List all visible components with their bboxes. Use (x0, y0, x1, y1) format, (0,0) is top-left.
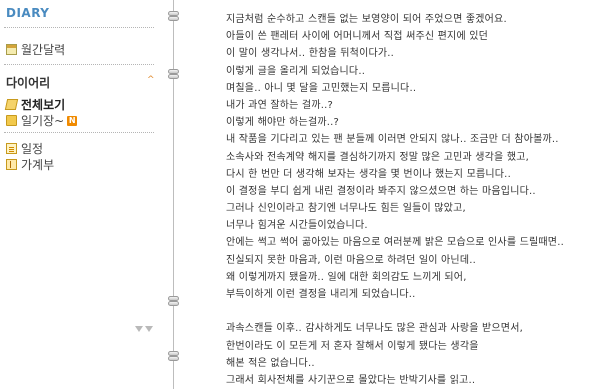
entry-line (226, 303, 588, 320)
entry-line: 다시 한 번만 더 생각해 보자는 생각을 몇 번이나 했는지 모릅니다.. (226, 168, 511, 180)
scroll-down-arrows[interactable] (135, 326, 153, 332)
entry-line: 한번이라도 이 모든게 저 혼자 잘해서 이렇게 됐다는 생각을 (226, 340, 479, 352)
entry-line: 지금처럼 순수하고 스캔들 없는 보영양이 되어 주었으면 좋겠어요. (226, 14, 507, 25)
calendar-icon (6, 44, 17, 55)
entry-line: 이렇게 글을 올리게 되었습니다.. (226, 65, 366, 77)
divider (4, 132, 154, 133)
entry-line: 며칠을.. 아니 몇 달을 고민했는지 모릅니다.. (226, 82, 417, 94)
diary-folder-link[interactable]: 일기장~ N (6, 112, 78, 129)
diary-folder-label: 일기장~ (21, 114, 65, 128)
entry-line: 내가 과연 잘하는 걸까..? (226, 99, 334, 111)
entry-line: 이 결정을 부디 쉽게 내린 결정이라 봐주지 않으셨으면 하는 마음입니다.. (226, 185, 536, 197)
folder-icon (6, 115, 17, 126)
entry-line: 그러나 신인이라고 참기엔 너무나도 힘든 일들이 많았고, (226, 203, 466, 215)
entry-line: 부득이하게 이런 결정을 내리게 되었습니다.. (226, 289, 416, 300)
entry-line: 과속스캔들 이후.. 감사하게도 너무나도 많은 관심과 사랑을 받으면서, (226, 323, 523, 335)
triangle-down-icon (145, 326, 153, 332)
calendar-link[interactable]: 월간달력 (6, 41, 65, 58)
entry-line: 이 말이 생각나서.. 한참을 뒤척이다가.. (226, 48, 395, 60)
ledger-icon (6, 159, 17, 170)
view-all-link[interactable]: 전체보기 (4, 96, 66, 113)
schedule-label: 일정 (21, 142, 44, 156)
ledger-label: 가계부 (21, 158, 55, 172)
entry-line: 너무나 힘겨운 시간들이었습니다. (226, 220, 368, 232)
new-badge-icon: N (67, 115, 78, 126)
binder-spine (160, 0, 190, 389)
schedule-link[interactable]: 일정 (6, 140, 43, 157)
entry-line: 소속사와 전속계약 해지를 결심하기까지 정말 많은 고민과 생각을 했고, (226, 151, 530, 163)
entry-line: 이렇게 해야만 하는걸까..? (226, 117, 340, 129)
binder-ring-icon (168, 16, 179, 21)
entry-line: 안에는 썩고 썩어 곪아있는 마음으로 여러분께 밝은 모습으로 인사를 드릴때… (226, 237, 564, 249)
section-title-diary: 다이어리 (6, 76, 51, 90)
binder-ring-icon (168, 74, 179, 79)
binder-line (173, 0, 174, 389)
binder-ring-icon (168, 301, 179, 306)
divider (4, 64, 154, 65)
diary-entry-body: 지금처럼 순수하고 스캔들 없는 보영양이 되어 주었으면 좋겠어요. 아들이 쓴… (226, 11, 588, 389)
binder-ring-icon (168, 356, 179, 361)
entry-line: 해본 적은 없습니다.. (226, 357, 315, 369)
entry-line: 진실되지 못한 마음과, 이런 마음으로 하려던 일이 아닌데.. (226, 254, 476, 266)
entry-line: 그래서 회사전체를 사기꾼으로 몰았다는 반박기사를 읽고.. (226, 374, 476, 386)
entry-line: 내 작품을 기다리고 있는 팬 분들께 이러면 안되지 않나.. 조금만 더 참… (226, 134, 559, 146)
divider (4, 27, 154, 28)
view-all-label: 전체보기 (21, 98, 66, 112)
entry-line: 왜 이렇게까지 됐을까.. 일에 대한 회의감도 느끼게 되어, (226, 271, 467, 283)
calendar-label: 월간달력 (21, 43, 66, 57)
entry-line: 아들이 쓴 팬레터 사이에 어머니께서 직접 써주신 편지에 있던 (226, 31, 489, 43)
sidebar: DIARY 월간달력 다이어리 ^ 전체보기 일기장~ N 일정 가계부 (0, 0, 158, 389)
triangle-down-icon (135, 326, 143, 332)
collapse-arrow-icon[interactable]: ^ (147, 76, 155, 85)
schedule-icon (6, 143, 17, 154)
diary-title[interactable]: DIARY (6, 6, 50, 20)
open-folder-icon (4, 99, 19, 110)
ledger-link[interactable]: 가계부 (6, 156, 54, 173)
